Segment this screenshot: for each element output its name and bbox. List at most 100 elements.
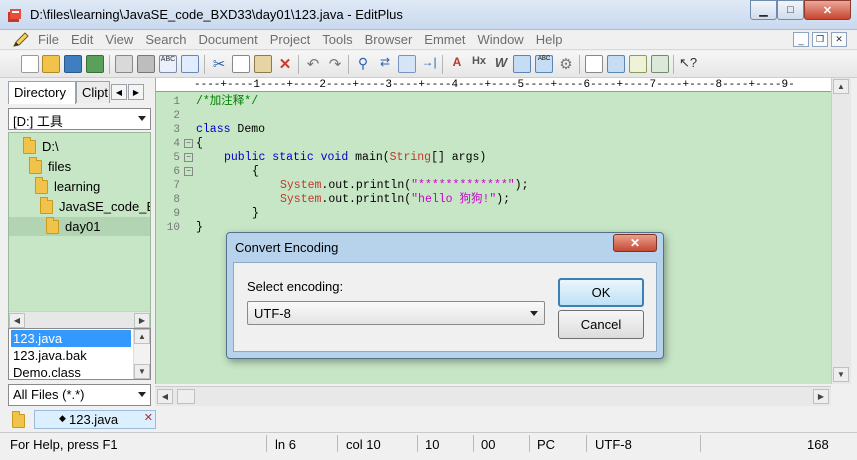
scroll-right-icon[interactable]: ▶ — [813, 389, 829, 404]
open-folder-icon[interactable] — [42, 55, 60, 73]
minimize-button[interactable]: ▁ — [750, 0, 777, 20]
scroll-up-icon[interactable]: ▲ — [134, 329, 150, 344]
file-filter-select[interactable]: All Files (*.*) — [8, 384, 151, 406]
file-item[interactable]: Demo.class — [11, 364, 131, 379]
cliptext-window-icon[interactable] — [607, 55, 625, 73]
cancel-button[interactable]: Cancel — [558, 310, 644, 339]
tree-node-files[interactable]: files — [29, 156, 71, 176]
menu-view[interactable]: View — [105, 32, 133, 47]
font-icon[interactable]: A — [448, 55, 466, 73]
menu-file[interactable]: File — [38, 32, 59, 47]
line-number-gutter: 1 2 3 4− 5− 6− 7 8 9 10 — [156, 92, 194, 384]
cut-icon[interactable]: ✂ — [210, 55, 228, 73]
find-icon[interactable]: ⚲ — [354, 55, 372, 73]
tree-node-day01[interactable]: day01 — [9, 216, 150, 236]
save-icon[interactable] — [64, 55, 82, 73]
tab-scroll-right-icon[interactable]: ▶ — [128, 84, 144, 100]
fullscreen-icon[interactable] — [651, 55, 669, 73]
new-file-icon[interactable] — [21, 55, 39, 73]
delete-icon[interactable]: ✕ — [276, 55, 294, 73]
find-in-files-icon[interactable] — [398, 55, 416, 73]
directory-window-icon[interactable] — [585, 55, 603, 73]
chevron-down-icon — [530, 311, 538, 316]
status-encoding: UTF-8 — [595, 437, 632, 452]
tree-node-d[interactable]: D:\ — [23, 136, 59, 156]
status-column: col 10 — [346, 437, 381, 452]
document-tab-123-java[interactable]: ◆ 123.java ✕ — [34, 410, 156, 429]
scroll-down-icon[interactable]: ▼ — [134, 364, 150, 379]
file-item[interactable]: 123.java.bak — [11, 347, 131, 364]
status-file-size: 168 — [807, 437, 829, 452]
scroll-left-icon[interactable]: ◀ — [157, 389, 173, 404]
save-all-icon[interactable] — [86, 55, 104, 73]
menu-window[interactable]: Window — [477, 32, 523, 47]
doc-minimize-button[interactable]: _ — [793, 32, 809, 47]
fold-minus-icon[interactable]: − — [184, 139, 193, 148]
menu-project[interactable]: Project — [270, 32, 310, 47]
ruler-icon[interactable]: ABC — [535, 55, 553, 73]
file-list-scrollbar[interactable]: ▲ ▼ — [133, 329, 150, 379]
scroll-up-icon[interactable]: ▲ — [833, 79, 849, 94]
scroll-right-icon[interactable]: ▶ — [134, 313, 150, 328]
word-wrap-icon[interactable]: W — [492, 55, 510, 73]
window-title: D:\files\learning\JavaSE_code_BXD33\day0… — [30, 7, 403, 22]
menu-search[interactable]: Search — [145, 32, 186, 47]
document-tab-bar: ◆ 123.java ✕ — [6, 409, 851, 431]
menu-document[interactable]: Document — [199, 32, 258, 47]
editor-horizontal-scrollbar[interactable]: ◀ ▶ — [155, 386, 831, 406]
maximize-button[interactable]: □ — [777, 0, 804, 20]
tab-cliptext[interactable]: Clipt — [76, 81, 110, 103]
menu-emmet[interactable]: Emmet — [424, 32, 465, 47]
code-line-3: class Demo — [196, 123, 266, 136]
print-icon[interactable] — [137, 55, 155, 73]
tree-node-javase-code[interactable]: JavaSE_code_BX — [40, 196, 150, 216]
chevron-down-icon — [138, 392, 146, 397]
drive-select[interactable]: [D:] 工具 — [8, 108, 151, 130]
left-panel: Directory Clipt ◀ ▶ [D:] 工具 D:\ files le… — [6, 78, 153, 430]
ok-button[interactable]: OK — [558, 278, 644, 307]
browser-preview-icon[interactable] — [181, 55, 199, 73]
menu-browser[interactable]: Browser — [365, 32, 413, 47]
doc-close-button[interactable]: ✕ — [831, 32, 847, 47]
fold-minus-icon[interactable]: − — [184, 167, 193, 176]
dialog-close-button[interactable]: ✕ — [613, 234, 657, 252]
spell-check-icon[interactable]: ABC — [159, 55, 177, 73]
hex-viewer-icon[interactable]: Hx — [470, 55, 488, 73]
replace-icon[interactable]: ⇄ — [376, 55, 394, 73]
menu-edit[interactable]: Edit — [71, 32, 93, 47]
tab-scroll-left-icon[interactable]: ◀ — [111, 84, 127, 100]
code-line-7: System.out.println("*************"); — [280, 179, 529, 192]
editplus-app-icon — [8, 9, 21, 22]
folder-icon[interactable] — [12, 411, 25, 428]
output-window-icon[interactable] — [629, 55, 647, 73]
tree-node-learning[interactable]: learning — [35, 176, 100, 196]
copy-icon[interactable] — [232, 55, 250, 73]
tab-directory[interactable]: Directory — [8, 81, 76, 104]
paste-icon[interactable] — [254, 55, 272, 73]
line-number-icon[interactable] — [513, 55, 531, 73]
close-button[interactable]: ✕ — [804, 0, 851, 20]
scroll-left-icon[interactable]: ◀ — [9, 313, 25, 328]
context-help-icon[interactable]: ↖? — [679, 55, 697, 73]
file-item[interactable]: 123.java — [11, 330, 131, 347]
status-char-code: 00 — [481, 437, 496, 452]
redo-icon[interactable]: ↷ — [326, 55, 344, 73]
editor-vertical-scrollbar[interactable]: ▲ ▼ — [831, 78, 851, 384]
tree-horizontal-scrollbar[interactable]: ◀ ▶ — [9, 311, 150, 328]
menu-tools[interactable]: Tools — [322, 32, 352, 47]
code-line-1: /*加注释*/ — [196, 95, 259, 108]
scroll-down-icon[interactable]: ▼ — [833, 367, 849, 382]
goto-line-icon[interactable]: →| — [420, 55, 438, 73]
tab-close-icon[interactable]: ✕ — [144, 411, 153, 424]
scroll-thumb[interactable] — [177, 389, 195, 404]
fold-minus-icon[interactable]: − — [184, 153, 193, 162]
encoding-select[interactable]: UTF-8 — [247, 301, 545, 325]
menu-help[interactable]: Help — [536, 32, 563, 47]
undo-icon[interactable]: ↶ — [304, 55, 322, 73]
folder-icon — [29, 156, 42, 174]
settings-gear-icon[interactable]: ⚙ — [557, 55, 575, 73]
print-preview-icon[interactable] — [115, 55, 133, 73]
column-ruler: ----+----1----+----2----+----3----+----4… — [156, 78, 832, 92]
doc-restore-button[interactable]: ❐ — [812, 32, 828, 47]
status-selection: 10 — [425, 437, 440, 452]
